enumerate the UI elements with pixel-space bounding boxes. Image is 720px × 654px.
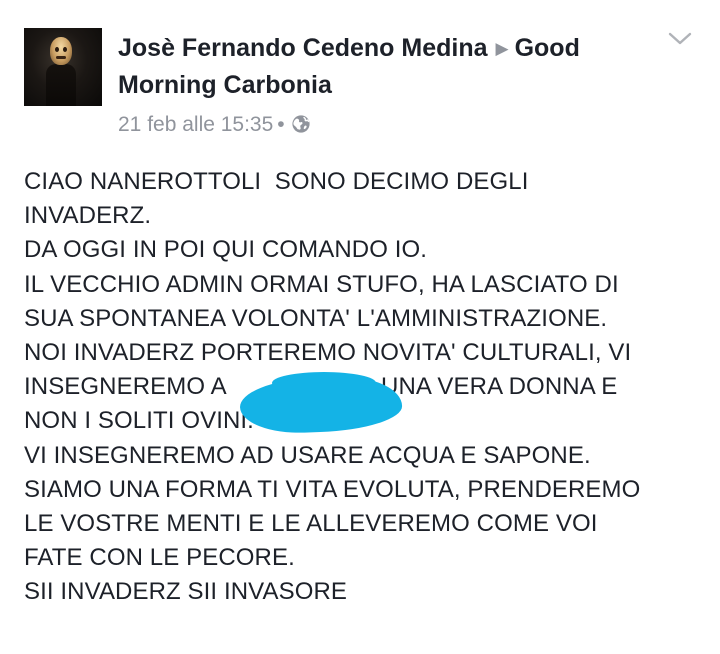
- post-text-line: DA OGGI IN POI QUI COMANDO IO.: [24, 236, 428, 264]
- facebook-post: Josè Fernando Cedeno Medina ▶ Good Morning…: [0, 0, 720, 654]
- post-timestamp-link[interactable]: 21 feb alle 15:35: [118, 113, 273, 136]
- meta-separator: •: [277, 113, 285, 136]
- post-text-line: SII INVADERZ SII INVASORE: [24, 578, 348, 606]
- post-text-line: SUA SPONTANEA VOLONTA' L'AMMINISTRAZIONE…: [24, 304, 608, 332]
- post-text-line: INVADERZ.: [24, 202, 152, 230]
- chevron-down-icon[interactable]: [666, 28, 694, 48]
- post-text-line: VI INSEGNEREMO AD USARE ACQUA E SAPONE.: [24, 441, 591, 469]
- post-text-line: FATE CON LE PECORE.: [24, 544, 295, 572]
- globe-icon[interactable]: [291, 114, 311, 134]
- author-name-link[interactable]: Josè Fernando Cedeno Medina: [118, 34, 488, 62]
- post-text-line: NOI INVADERZ PORTEREMO NOVITA' CULTURALI…: [24, 338, 632, 366]
- post-text-line: SIAMO UNA FORMA TI VITA EVOLUTA, PRENDER…: [24, 475, 641, 503]
- post-meta: 21 feb alle 15:35 •: [118, 111, 638, 139]
- post-title: Josè Fernando Cedeno Medina ▶ Good Morning…: [118, 30, 638, 103]
- triangle-right-icon: ▶: [495, 39, 509, 58]
- post-header: Josè Fernando Cedeno Medina ▶ Good Morning…: [118, 30, 638, 139]
- post-text-line: LE VOSTRE MENTI E LE ALLEVEREMO COME VOI: [24, 509, 598, 537]
- post-text-line: IL VECCHIO ADMIN ORMAI STUFO, HA LASCIAT…: [24, 270, 619, 298]
- profile-avatar[interactable]: [24, 28, 102, 106]
- post-text-line: CIAO NANEROTTOLI SONO DECIMO DEGLI: [24, 168, 529, 195]
